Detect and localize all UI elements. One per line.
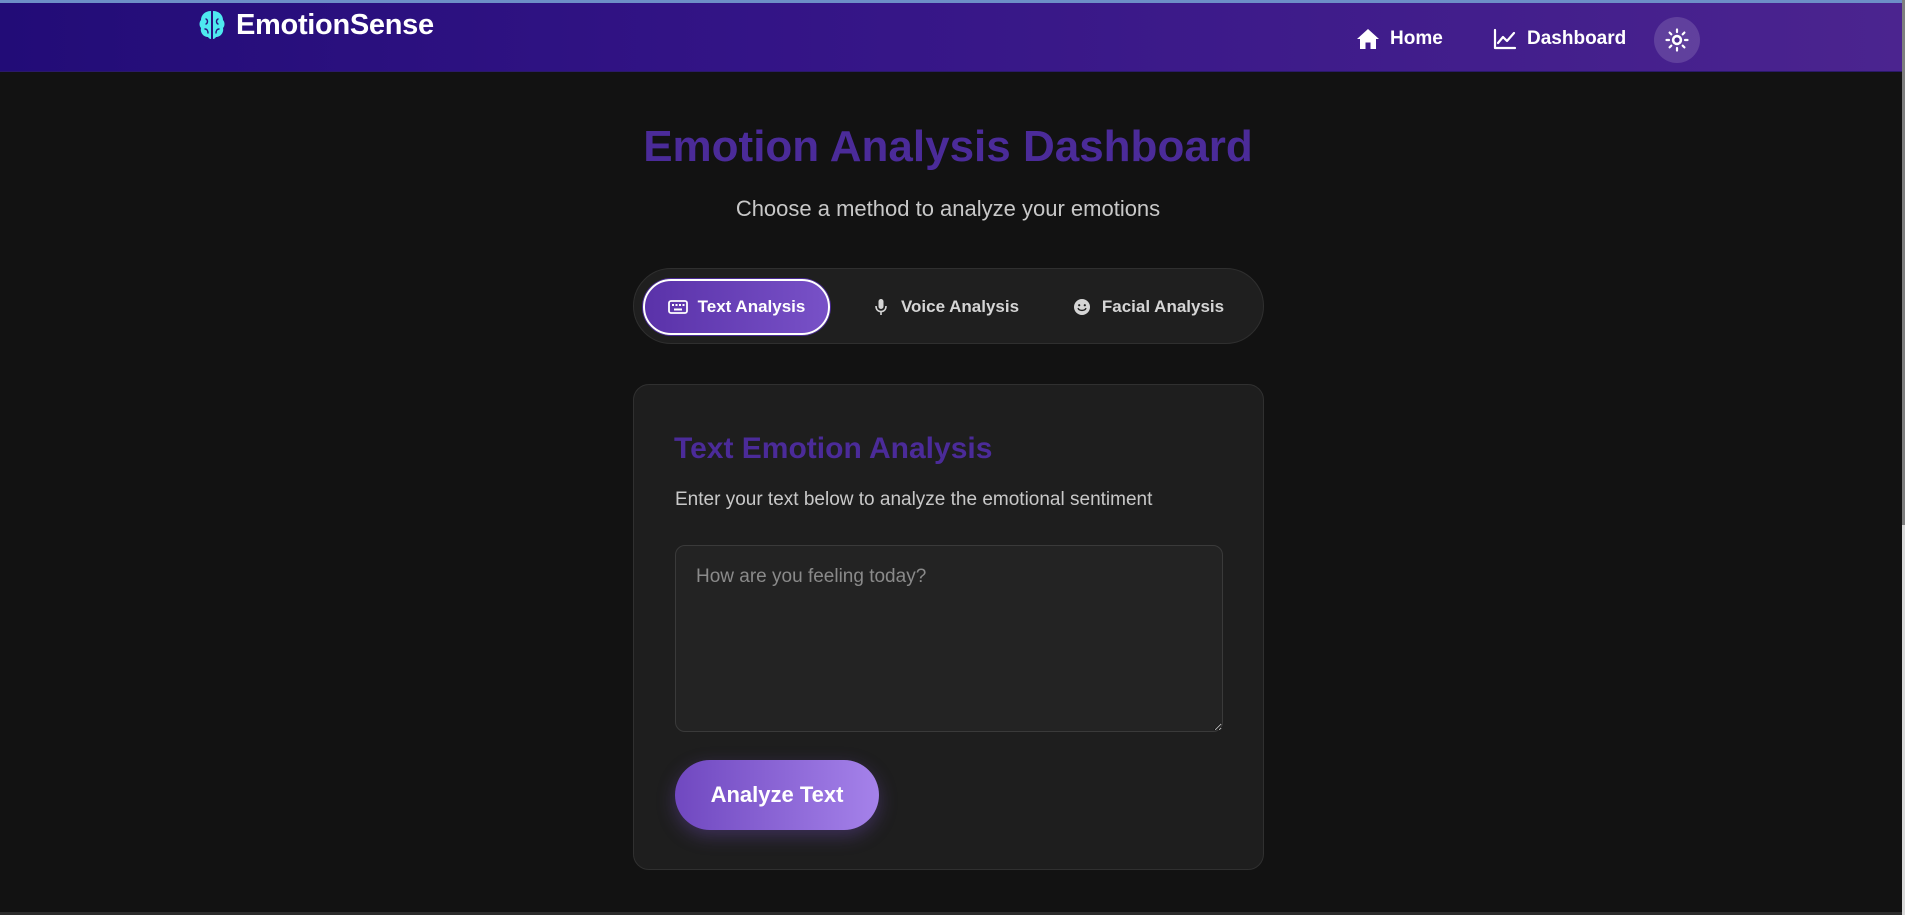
- smile-icon: [1073, 299, 1090, 315]
- emotion-text-input[interactable]: [675, 545, 1223, 732]
- sun-icon: [1665, 28, 1689, 52]
- analysis-method-tabs: Text Analysis Voice Analysis Facial Anal…: [633, 268, 1264, 344]
- nav-home-label: Home: [1390, 28, 1443, 49]
- brand-name: EmotionSense: [236, 8, 434, 41]
- tab-facial-analysis[interactable]: Facial Analysis: [1060, 279, 1236, 335]
- chart-line-icon: [1493, 28, 1517, 50]
- tab-voice-analysis[interactable]: Voice Analysis: [860, 279, 1030, 335]
- top-navigation-bar: EmotionSense Home Dashboard: [0, 0, 1902, 72]
- theme-toggle-button[interactable]: [1654, 17, 1700, 63]
- tab-text-analysis-label: Text Analysis: [697, 297, 806, 316]
- nav-dashboard-link[interactable]: Dashboard: [1493, 3, 1626, 75]
- analyze-text-button[interactable]: Analyze Text: [675, 760, 879, 830]
- home-icon: [1357, 29, 1379, 49]
- page-subtitle: Choose a method to analyze your emotions: [735, 196, 1161, 221]
- nav-dashboard-label: Dashboard: [1527, 28, 1627, 49]
- page-title: Emotion Analysis Dashboard: [643, 122, 1253, 171]
- tab-text-analysis[interactable]: Text Analysis: [643, 279, 830, 335]
- text-analysis-card: Text Emotion Analysis Enter your text be…: [633, 384, 1264, 870]
- tab-facial-analysis-label: Facial Analysis: [1101, 297, 1225, 316]
- keyboard-icon: [667, 300, 688, 314]
- tab-voice-analysis-label: Voice Analysis: [900, 297, 1020, 316]
- brand-logo[interactable]: EmotionSense: [198, 5, 434, 45]
- card-title: Text Emotion Analysis: [674, 432, 993, 465]
- brain-icon: [199, 11, 225, 39]
- card-description: Enter your text below to analyze the emo…: [675, 489, 1153, 510]
- nav-home-link[interactable]: Home: [1356, 3, 1443, 75]
- microphone-icon: [875, 299, 887, 315]
